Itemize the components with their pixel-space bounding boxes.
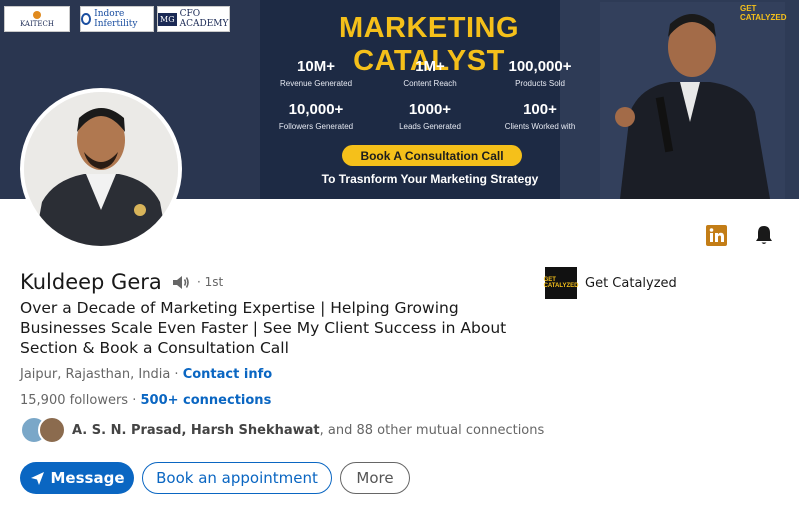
indore-logo-text: Indore Infertility bbox=[94, 9, 138, 29]
get-catalyzed-mark: GET CATALYZED bbox=[740, 4, 787, 22]
stat-label: Products Sold bbox=[515, 79, 565, 88]
profile-headline: Over a Decade of Marketing Expertise | H… bbox=[20, 299, 507, 357]
avatar bbox=[38, 416, 66, 444]
company-logo: GET CATALYZED bbox=[543, 267, 579, 299]
kaitech-logo-text: KAITECH bbox=[19, 19, 54, 28]
stat-value: 10,000+ bbox=[288, 101, 344, 118]
stat-label: Leads Generated bbox=[399, 122, 461, 131]
stat-value: 100,000+ bbox=[508, 58, 572, 75]
mutual-names: A. S. N. Prasad, Harsh Shekhawat bbox=[72, 422, 320, 438]
speaker-photo bbox=[600, 2, 785, 199]
current-company[interactable]: GET CATALYZED Get Catalyzed bbox=[543, 267, 677, 299]
profile-name: Kuldeep Gera bbox=[20, 270, 162, 294]
speaker-icon[interactable] bbox=[172, 274, 190, 291]
stat-label: Revenue Generated bbox=[279, 79, 353, 88]
banner-stat: 10M+ Revenue Generated bbox=[261, 58, 371, 88]
stat-value: 100+ bbox=[523, 101, 557, 118]
location-separator: · bbox=[170, 367, 183, 382]
banner-subtitle: To Trasnform Your Marketing Strategy bbox=[321, 172, 539, 186]
connections-separator: · bbox=[128, 393, 141, 408]
more-button[interactable]: More bbox=[340, 462, 410, 494]
kaitech-logo: KAITECH bbox=[4, 6, 70, 32]
banner-cta-pill: Book A Consultation Call bbox=[342, 145, 522, 166]
indore-logo-mark bbox=[81, 13, 92, 25]
stat-label: Clients Worked with bbox=[504, 122, 576, 131]
contact-info-link[interactable]: Contact info bbox=[183, 367, 272, 382]
banner-stat: 100+ Clients Worked with bbox=[485, 101, 595, 131]
banner-stat: 10,000+ Followers Generated bbox=[261, 101, 371, 131]
stat-value: 10M+ bbox=[297, 58, 335, 75]
banner-stat: 1000+ Leads Generated bbox=[375, 101, 485, 131]
bell-icon[interactable] bbox=[753, 224, 775, 246]
send-icon bbox=[30, 471, 44, 485]
location-row: Jaipur, Rajasthan, India · Contact info bbox=[20, 367, 272, 382]
banner-stat: 100,000+ Products Sold bbox=[485, 58, 595, 88]
linkedin-icon[interactable] bbox=[706, 225, 727, 246]
company-logo-text: GET CATALYZED bbox=[543, 277, 579, 289]
stat-value: 1000+ bbox=[408, 101, 452, 118]
followers-row: 15,900 followers · 500+ connections bbox=[20, 393, 271, 408]
stat-value: 1M+ bbox=[415, 58, 445, 75]
message-button[interactable]: Message bbox=[20, 462, 134, 494]
mutual-rest: , and 88 other mutual connections bbox=[319, 422, 545, 438]
stat-label: Followers Generated bbox=[278, 122, 354, 131]
connection-degree: · 1st bbox=[197, 275, 224, 289]
cfo-academy-logo: MG CFO ACADEMY bbox=[157, 6, 230, 32]
company-name: Get Catalyzed bbox=[585, 275, 677, 291]
connections-link[interactable]: 500+ connections bbox=[140, 393, 271, 408]
cfo-logo-text: CFO ACADEMY bbox=[179, 9, 229, 29]
indore-infertility-logo: Indore Infertility bbox=[80, 6, 154, 32]
avatar-photo bbox=[24, 92, 178, 246]
banner-stat: 1M+ Content Reach bbox=[375, 58, 485, 88]
cfo-logo-mark: MG bbox=[158, 12, 177, 26]
stat-label: Content Reach bbox=[403, 79, 457, 88]
location-text: Jaipur, Rajasthan, India bbox=[20, 367, 171, 382]
kaitech-logo-mark bbox=[33, 10, 41, 19]
mutual-connections[interactable]: A. S. N. Prasad, Harsh Shekhawat, and 88… bbox=[20, 416, 544, 444]
message-label: Message bbox=[50, 469, 125, 487]
mutual-avatars bbox=[20, 416, 66, 444]
book-appointment-button[interactable]: Book an appointment bbox=[142, 462, 332, 494]
followers-count: 15,900 followers bbox=[20, 393, 129, 408]
profile-avatar[interactable] bbox=[24, 92, 178, 246]
